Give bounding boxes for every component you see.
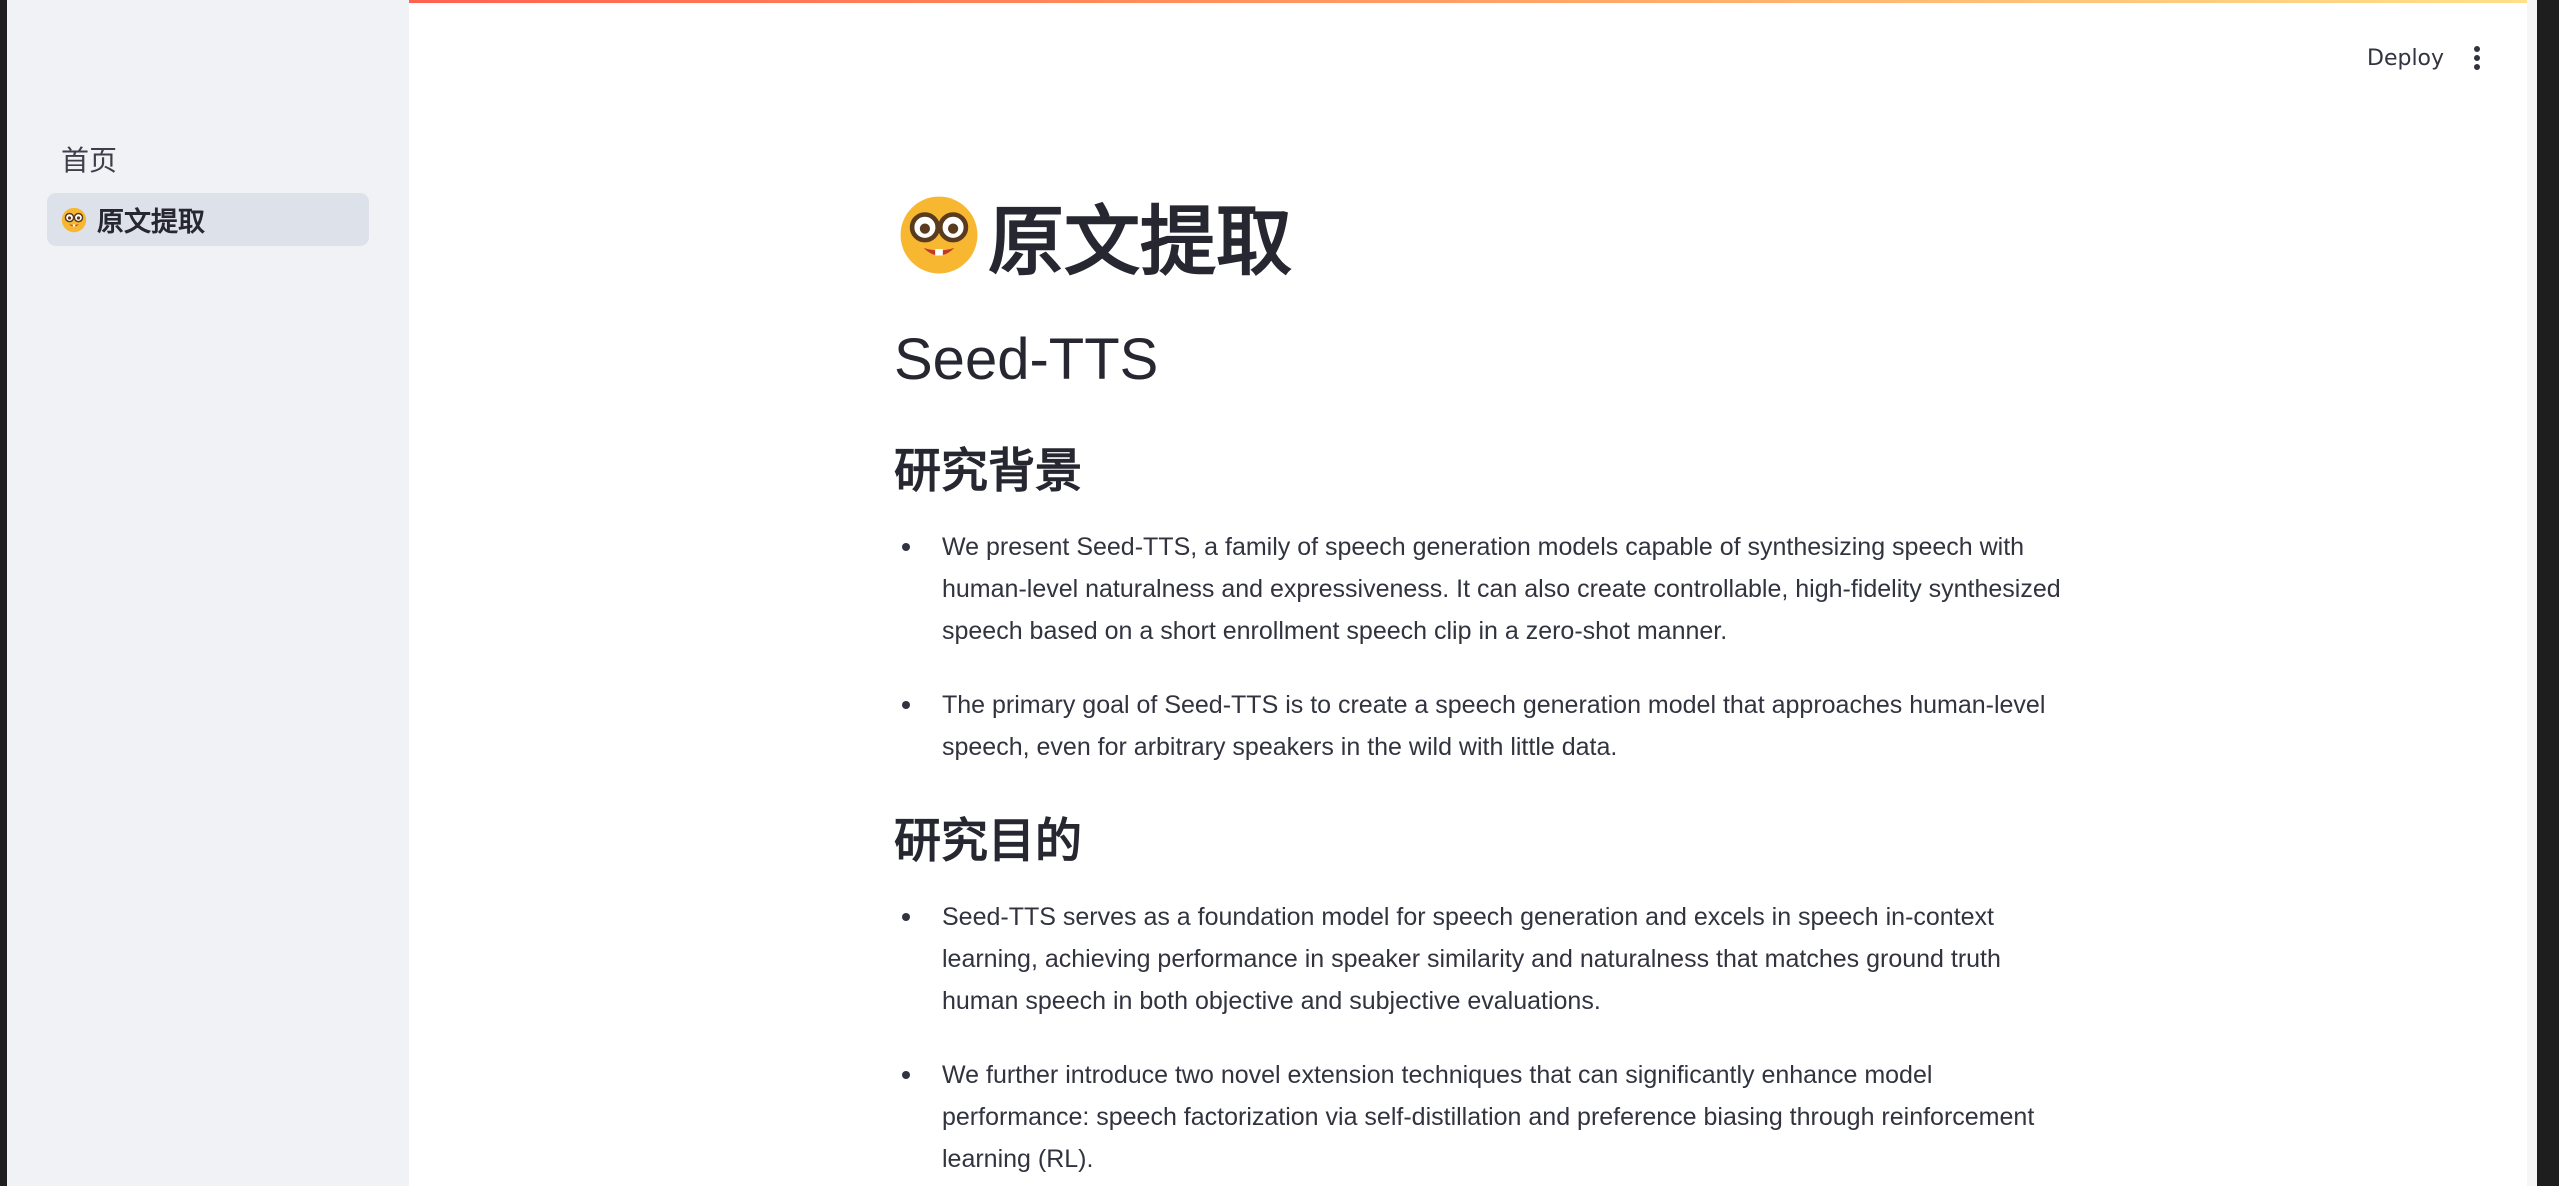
deploy-button[interactable]: Deploy bbox=[2353, 40, 2458, 76]
section-heading-objective: 研究目的 bbox=[894, 814, 1082, 869]
background-bullet-list: We present Seed-TTS, a family of speech … bbox=[894, 526, 2068, 800]
list-item: We further introduce two novel extension… bbox=[894, 1054, 2068, 1180]
list-item: Seed-TTS serves as a foundation model fo… bbox=[894, 896, 2068, 1022]
list-item: We present Seed-TTS, a family of speech … bbox=[894, 526, 2068, 652]
sidebar: 首页 原文提取 bbox=[7, 0, 409, 1186]
list-item: The primary goal of Seed-TTS is to creat… bbox=[894, 684, 2068, 768]
sidebar-item-label: 原文提取 bbox=[97, 207, 205, 238]
paper-title: Seed-TTS bbox=[894, 327, 1159, 392]
sidebar-item-label: 首页 bbox=[61, 143, 118, 177]
objective-bullet-list: Seed-TTS serves as a foundation model fo… bbox=[894, 896, 2068, 1186]
sidebar-item-home[interactable]: 首页 bbox=[47, 132, 369, 185]
section-heading-background: 研究背景 bbox=[894, 444, 1082, 499]
vertical-ellipsis-icon bbox=[2474, 46, 2480, 70]
scrollbar-track[interactable] bbox=[2527, 0, 2537, 1186]
nerd-face-icon bbox=[61, 207, 87, 232]
page-title: 原文提取 bbox=[888, 180, 1292, 290]
app-window: 首页 原文提取 Deploy 原文提取 Seed-TTS 研究背景 We pre… bbox=[7, 0, 2537, 1186]
page-title-text: 原文提取 bbox=[988, 197, 1292, 286]
sidebar-item-text-extraction[interactable]: 原文提取 bbox=[47, 193, 369, 246]
nerd-face-icon bbox=[900, 196, 978, 274]
main-menu-button[interactable] bbox=[2457, 38, 2497, 78]
